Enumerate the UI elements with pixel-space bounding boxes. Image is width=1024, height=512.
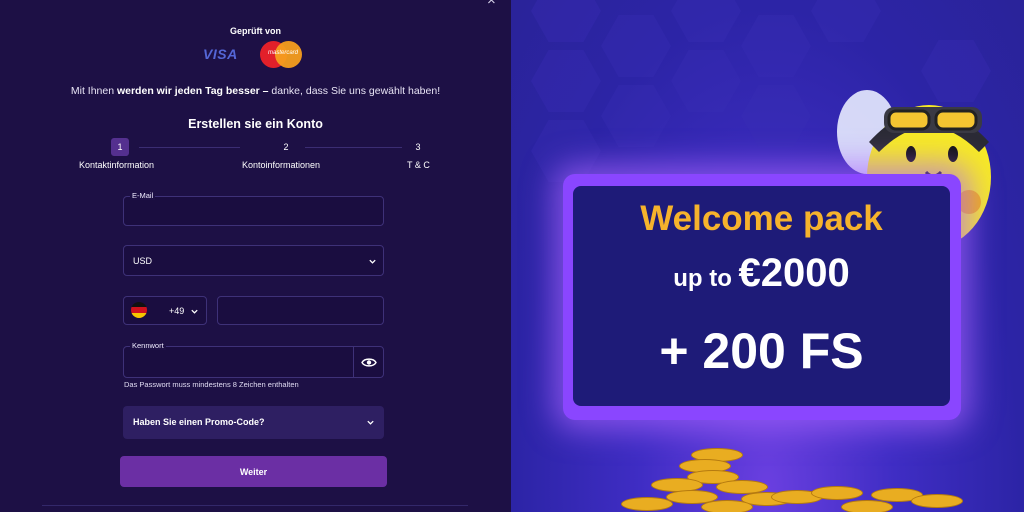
email-label: E-Mail [130,191,156,200]
email-field[interactable] [123,196,384,226]
step-connector [139,147,240,148]
step-1-number[interactable]: 1 [111,138,129,156]
visa-logo: VISA [203,46,238,62]
divider [42,505,468,506]
step-2-number[interactable]: 2 [277,138,295,156]
step-connector [305,147,402,148]
phone-number-input[interactable] [217,296,384,325]
step-1-label: Kontaktinformation [79,160,155,170]
promo-code-toggle[interactable]: Haben Sie einen Promo-Code? [123,406,384,439]
chevron-down-icon [190,307,199,316]
step-3-number[interactable]: 3 [409,138,427,156]
password-label: Kennwort [130,341,166,350]
tagline: Mit Ihnen werden wir jeden Tag besser – … [70,85,441,97]
currency-value: USD [133,256,153,266]
germany-flag-icon [131,302,147,318]
step-2-label: Kontoinformationen [242,160,321,170]
continue-button[interactable]: Weiter [120,456,387,487]
chevron-down-icon [366,418,375,427]
promo-code-label: Haben Sie einen Promo-Code? [133,417,265,427]
free-spins: + 200 FS [659,323,864,379]
welcome-heading: Welcome pack [640,199,883,238]
country-code-value: +49 [169,306,185,316]
bonus-amount: up to €2000 [673,251,850,295]
registration-panel: × Geprüft von VISA mastercard Mit Ihnen … [0,0,511,512]
step-3-label: T & C [407,160,430,170]
verified-by-label: Geprüft von [230,26,281,36]
currency-select[interactable]: USD [123,245,384,276]
form-title: Erstellen sie ein Konto [188,117,323,131]
chevron-down-icon [368,257,377,266]
close-icon[interactable]: × [487,0,496,8]
welcome-banner: Welcome pack up to €2000 + 200 FS [573,186,950,406]
eye-icon[interactable] [353,346,384,378]
mastercard-logo: mastercard [260,41,306,69]
password-field[interactable] [123,346,384,378]
password-hint: Das Passwort muss mindestens 8 Zeichen e… [124,380,299,389]
promo-panel: Welcome pack up to €2000 + 200 FS [511,0,1024,512]
